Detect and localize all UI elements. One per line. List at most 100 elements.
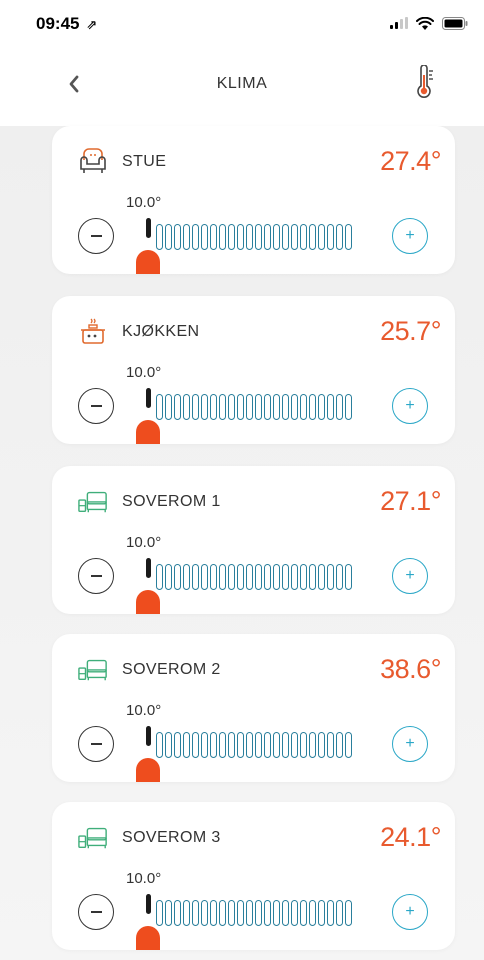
scale-tick <box>264 732 271 758</box>
scale-tick <box>345 564 352 590</box>
current-temperature: 27.1° <box>380 486 441 516</box>
scale-ticks <box>156 900 352 928</box>
decrease-temperature-button[interactable] <box>78 558 114 594</box>
scale-tick <box>273 732 280 758</box>
scale-tick <box>291 900 298 926</box>
scale-tick <box>237 394 244 420</box>
scale-tick <box>309 394 316 420</box>
decrease-temperature-button[interactable] <box>78 726 114 762</box>
scale-tick <box>300 564 307 590</box>
temperature-scale[interactable] <box>146 386 362 426</box>
temperature-scale[interactable] <box>146 724 362 764</box>
current-temperature: 27.4° <box>380 146 441 176</box>
room-card-soverom-1[interactable]: SOVEROM 1 27.1° 10.0° + <box>52 466 455 614</box>
room-card-soverom-2[interactable]: SOVEROM 2 38.6° 10.0° + <box>52 634 455 782</box>
scale-tick <box>174 732 181 758</box>
scale-tick <box>174 900 181 926</box>
minus-icon <box>90 235 102 237</box>
scale-tick <box>291 564 298 590</box>
scale-tick <box>246 564 253 590</box>
scale-tick <box>156 564 163 590</box>
scale-tick <box>228 224 235 250</box>
scale-tick <box>282 394 289 420</box>
scale-tick <box>201 564 208 590</box>
scale-tick <box>336 564 343 590</box>
scale-tick <box>237 564 244 590</box>
scale-tick <box>291 224 298 250</box>
scale-tick <box>201 732 208 758</box>
slider-handle[interactable] <box>136 758 160 782</box>
scale-tick <box>264 900 271 926</box>
decrease-temperature-button[interactable] <box>78 388 114 424</box>
scale-tick <box>327 732 334 758</box>
temperature-scale[interactable] <box>146 216 362 256</box>
status-bar: 09:45 ⇗ <box>0 0 484 44</box>
scale-tick <box>264 224 271 250</box>
scale-tick <box>246 224 253 250</box>
scale-tick <box>228 564 235 590</box>
room-name: STUE <box>122 153 167 170</box>
scale-tick <box>336 732 343 758</box>
room-card-soverom-3[interactable]: SOVEROM 3 24.1° 10.0° + <box>52 802 455 950</box>
increase-temperature-button[interactable]: + <box>392 218 428 254</box>
decrease-temperature-button[interactable] <box>78 894 114 930</box>
scale-tick <box>327 394 334 420</box>
room-name: SOVEROM 3 <box>122 829 221 846</box>
slider-handle[interactable] <box>136 926 160 950</box>
scale-tick <box>156 394 163 420</box>
scale-tick <box>210 900 217 926</box>
scale-tick <box>192 564 199 590</box>
scale-tick <box>174 224 181 250</box>
scale-tick <box>237 900 244 926</box>
scale-tick <box>300 732 307 758</box>
location-arrow-icon: ⇗ <box>86 17 98 32</box>
current-temperature: 24.1° <box>380 822 441 852</box>
setpoint-value: 10.0° <box>126 534 162 551</box>
scale-tick <box>255 732 262 758</box>
scale-tick <box>264 394 271 420</box>
scale-tick <box>201 224 208 250</box>
increase-temperature-button[interactable]: + <box>392 388 428 424</box>
scale-tick <box>201 900 208 926</box>
room-card-stue[interactable]: STUE 27.4° 10.0° + <box>52 126 455 274</box>
battery-icon <box>442 16 468 30</box>
room-name: SOVEROM 2 <box>122 661 221 678</box>
room-card-kjokken[interactable]: KJØKKEN 25.7° 10.0° + <box>52 296 455 444</box>
scale-tick <box>327 224 334 250</box>
cooking-pot-icon <box>78 316 108 346</box>
temperature-scale[interactable] <box>146 556 362 596</box>
setpoint-marker <box>146 558 151 578</box>
setpoint-marker <box>146 726 151 746</box>
decrease-temperature-button[interactable] <box>78 218 114 254</box>
setpoint-value: 10.0° <box>126 870 162 887</box>
increase-temperature-button[interactable]: + <box>392 726 428 762</box>
scale-tick <box>228 732 235 758</box>
thermometer-button[interactable] <box>412 64 438 100</box>
scale-tick <box>237 732 244 758</box>
scale-tick <box>309 732 316 758</box>
scale-tick <box>219 900 226 926</box>
slider-handle[interactable] <box>136 590 160 614</box>
bed-icon <box>78 654 108 684</box>
scale-tick <box>201 394 208 420</box>
current-temperature: 38.6° <box>380 654 441 684</box>
slider-handle[interactable] <box>136 250 160 274</box>
scale-tick <box>291 732 298 758</box>
setpoint-value: 10.0° <box>126 194 162 211</box>
scale-tick <box>237 224 244 250</box>
scale-tick <box>192 732 199 758</box>
scale-tick <box>219 732 226 758</box>
scale-tick <box>165 224 172 250</box>
increase-temperature-button[interactable]: + <box>392 558 428 594</box>
bed-icon <box>78 486 108 516</box>
nav-bar: KLIMA <box>0 44 484 126</box>
scale-tick <box>210 394 217 420</box>
temperature-scale[interactable] <box>146 892 362 932</box>
scale-tick <box>228 900 235 926</box>
scale-tick <box>156 224 163 250</box>
increase-temperature-button[interactable]: + <box>392 894 428 930</box>
slider-handle[interactable] <box>136 420 160 444</box>
scale-tick <box>219 564 226 590</box>
scale-tick <box>174 564 181 590</box>
armchair-icon <box>78 146 108 176</box>
